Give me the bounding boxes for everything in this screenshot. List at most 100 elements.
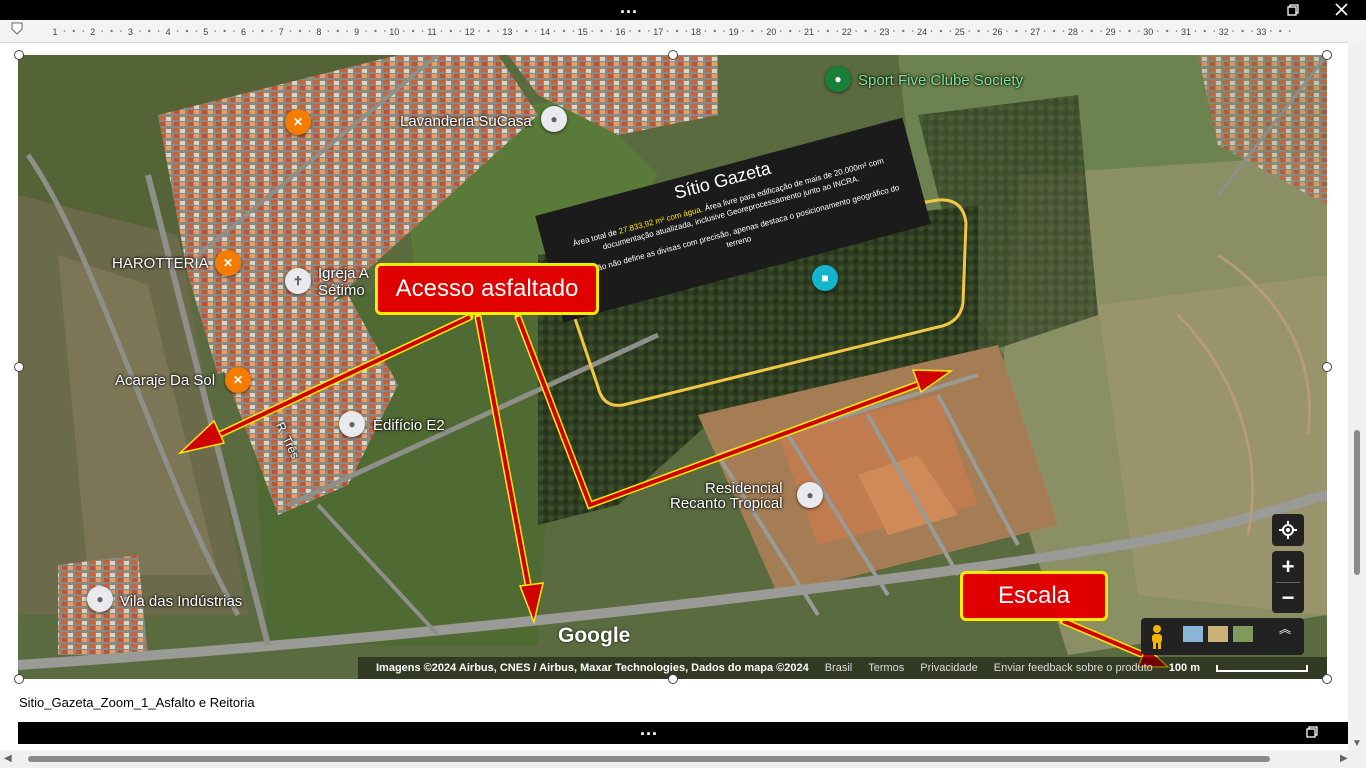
chevron-up-double-icon[interactable]: ︽ <box>1279 623 1291 635</box>
ruler-tick <box>553 30 556 32</box>
ruler-tick <box>788 29 792 33</box>
horizontal-scrollbar[interactable]: ◀ ▶ <box>0 750 1366 768</box>
ruler-number: 2 <box>90 27 95 37</box>
ruler-tick <box>610 30 612 32</box>
zoom-in-button[interactable]: + <box>1276 552 1300 583</box>
poi-lavanderia[interactable]: Lavanderia SuCasa <box>400 113 532 130</box>
ruler-tick <box>384 30 386 32</box>
ruler-tick <box>874 30 876 32</box>
sitio-location-pin-icon[interactable]: ■ <box>812 265 838 291</box>
bottom-more-options-button[interactable]: ... <box>640 720 658 738</box>
terrain-layer-icon[interactable] <box>1208 626 1228 642</box>
resize-handle-middle-left[interactable] <box>14 362 24 372</box>
ruler-tick <box>157 30 160 32</box>
attribution-privacy[interactable]: Privacidade <box>920 662 977 674</box>
horizontal-scroll-thumb[interactable] <box>28 756 1270 762</box>
ruler-number: 10 <box>389 27 399 37</box>
bottom-restore-icon[interactable] <box>1306 726 1318 740</box>
ruler-number: 3 <box>128 27 133 37</box>
ruler-number: 24 <box>917 27 927 37</box>
resize-handle-top-left[interactable] <box>14 50 24 60</box>
poi-vila[interactable]: Vila das Indústrias <box>120 593 242 610</box>
resize-handle-top-right[interactable] <box>1322 50 1332 60</box>
church-pin-icon[interactable]: ✝ <box>285 268 311 294</box>
ruler-tick <box>1165 29 1169 33</box>
ruler-tick <box>1119 30 1121 32</box>
ruler-tick <box>572 30 575 32</box>
zoom-out-button[interactable]: − <box>1276 583 1300 613</box>
vertical-scroll-thumb[interactable] <box>1354 430 1360 575</box>
pegman-icon[interactable] <box>1149 625 1165 654</box>
poi-edificio[interactable]: Edifício E2 <box>373 417 445 434</box>
ruler-tick <box>1015 29 1018 33</box>
satellite-layer-icon[interactable] <box>1233 626 1253 642</box>
restaurant-pin-icon[interactable]: ✕ <box>285 109 311 135</box>
resize-handle-top-center[interactable] <box>668 50 678 60</box>
ruler-number: 17 <box>653 27 663 37</box>
ruler-number: 31 <box>1181 27 1191 37</box>
resize-handle-bottom-right[interactable] <box>1322 674 1332 684</box>
ruler-tick <box>798 30 801 32</box>
residencial-pin-icon[interactable]: ● <box>797 482 823 508</box>
ruler-tick <box>629 30 631 32</box>
acaraje-pin-icon[interactable]: ✕ <box>225 367 251 393</box>
ruler-tick <box>779 30 782 32</box>
ruler-tick <box>1175 30 1178 32</box>
ruler-tick <box>1081 30 1084 32</box>
vila-pin-icon[interactable]: ● <box>87 586 113 612</box>
my-location-icon[interactable] <box>1272 514 1304 546</box>
scroll-right-arrow-icon[interactable]: ▶ <box>1340 753 1348 764</box>
resize-handle-middle-right[interactable] <box>1322 362 1332 372</box>
poi-residencial[interactable]: Residencial Recanto Tropical <box>670 481 783 511</box>
ruler-tick <box>1288 30 1291 32</box>
scroll-down-arrow-icon[interactable]: ▼ <box>1352 738 1362 749</box>
ruler-tick <box>487 29 490 33</box>
ruler-number: 33 <box>1256 27 1266 37</box>
close-icon[interactable] <box>1335 3 1348 18</box>
poi-harotteria[interactable]: HAROTTERIA <box>112 255 209 272</box>
ruler-tick <box>1203 29 1207 33</box>
image-caption[interactable]: Sitio_Gazeta_Zoom_1_Asfalto e Reitoria <box>19 695 255 710</box>
attribution-feedback[interactable]: Enviar feedback sobre o produto <box>994 662 1153 674</box>
ruler-tick <box>459 30 462 32</box>
restore-window-icon[interactable] <box>1287 4 1299 18</box>
ruler-number: 6 <box>241 27 246 37</box>
lavanderia-pin-icon[interactable]: ● <box>541 106 567 132</box>
poi-acaraje[interactable]: Acaraje Da Sol <box>115 372 215 389</box>
ruler-number: 29 <box>1106 27 1116 37</box>
map-image[interactable]: ● Sport Five Clube Society ● Lavanderia … <box>18 55 1327 679</box>
ruler-tick <box>704 30 707 32</box>
ruler-tick <box>1251 30 1253 32</box>
ruler-tick <box>666 30 669 32</box>
more-options-button[interactable]: ... <box>620 0 638 16</box>
ruler-tick <box>120 30 122 32</box>
resize-handle-bottom-center[interactable] <box>668 674 678 684</box>
scroll-left-arrow-icon[interactable]: ◀ <box>4 753 12 764</box>
vertical-scrollbar[interactable]: ▼ <box>1348 42 1366 750</box>
ruler-number: 7 <box>279 27 284 37</box>
resize-handle-bottom-left[interactable] <box>14 674 24 684</box>
ruler-tick <box>1232 30 1234 32</box>
layers-icon[interactable] <box>1183 626 1203 642</box>
poi-igreja[interactable]: Igreja A Sétimo <box>318 265 369 299</box>
attribution-terms[interactable]: Termos <box>868 662 904 674</box>
ruler-number: 5 <box>203 27 208 37</box>
edificio-pin-icon[interactable]: ● <box>339 411 365 437</box>
ruler-tick <box>638 29 641 33</box>
ruler-number: 1 <box>52 27 57 37</box>
poi-sport-five[interactable]: Sport Five Clube Society <box>858 72 1023 89</box>
attribution-country[interactable]: Brasil <box>825 662 853 674</box>
ruler-tick <box>675 29 679 33</box>
ruler-tick <box>600 29 603 33</box>
sport-five-pin-icon[interactable]: ● <box>825 66 851 92</box>
indent-marker-icon[interactable] <box>11 22 23 35</box>
poi-residencial-line2: Recanto Tropical <box>670 495 783 512</box>
horizontal-ruler[interactable]: 1 2 3 4 5 6 7 8 9 10 11 12 13 14 15 16 17 18 19 20 21 22 23 24 2… <box>0 20 1366 43</box>
ruler-tick <box>336 29 339 33</box>
zoom-control: + − <box>1272 551 1304 613</box>
ruler-tick <box>110 29 113 33</box>
poi-residencial-line1: Residencial <box>705 480 783 497</box>
ruler-tick <box>893 30 895 32</box>
ruler-number: 12 <box>465 27 475 37</box>
harotteria-pin-icon[interactable]: ✕ <box>215 250 241 276</box>
